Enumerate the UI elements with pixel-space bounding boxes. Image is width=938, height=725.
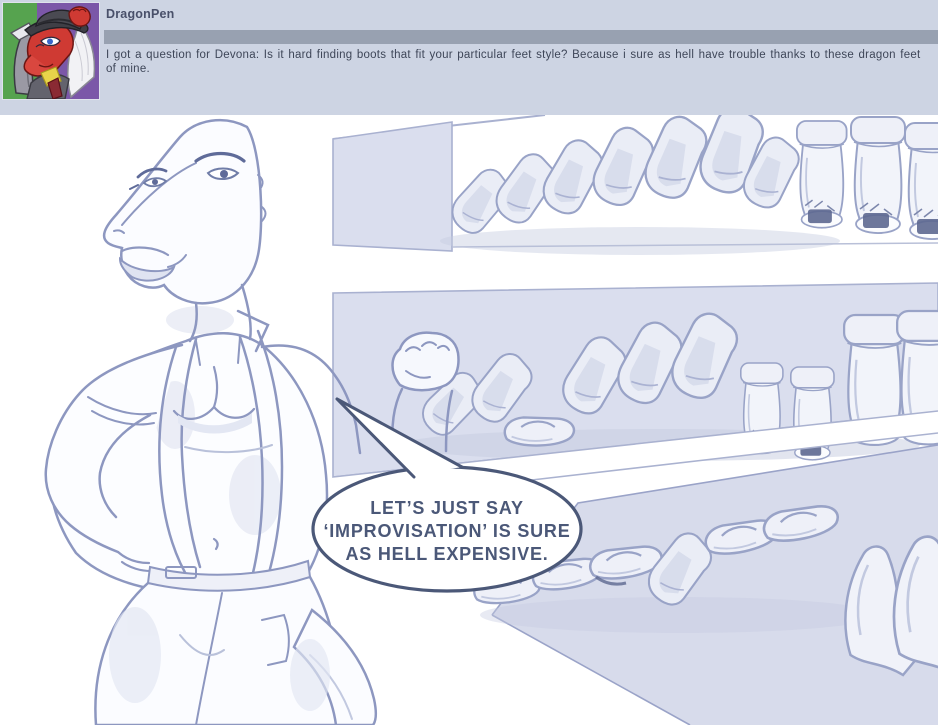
question-text: I got a question for Devona: Is it hard … <box>106 49 921 75</box>
comic-panel: LET’S JUST SAY ‘IMPROVISATION’ IS SURE A… <box>0 115 938 725</box>
dragonpen-avatar-icon <box>3 3 99 99</box>
shoe-shelves <box>332 115 938 725</box>
comic-scene: LET’S JUST SAY ‘IMPROVISATION’ IS SURE A… <box>44 115 938 725</box>
bubble-line-3: AS HELL EXPENSIVE. <box>345 544 548 564</box>
username: DragonPen <box>106 7 175 21</box>
divider-bar <box>104 30 938 44</box>
question-post-header: DragonPen I got a question for Devona: I… <box>0 0 938 115</box>
shelf-top <box>332 115 938 255</box>
bubble-line-1: LET’S JUST SAY <box>370 498 524 518</box>
avatar <box>2 2 100 100</box>
bubble-line-2: ‘IMPROVISATION’ IS SURE <box>323 521 570 541</box>
